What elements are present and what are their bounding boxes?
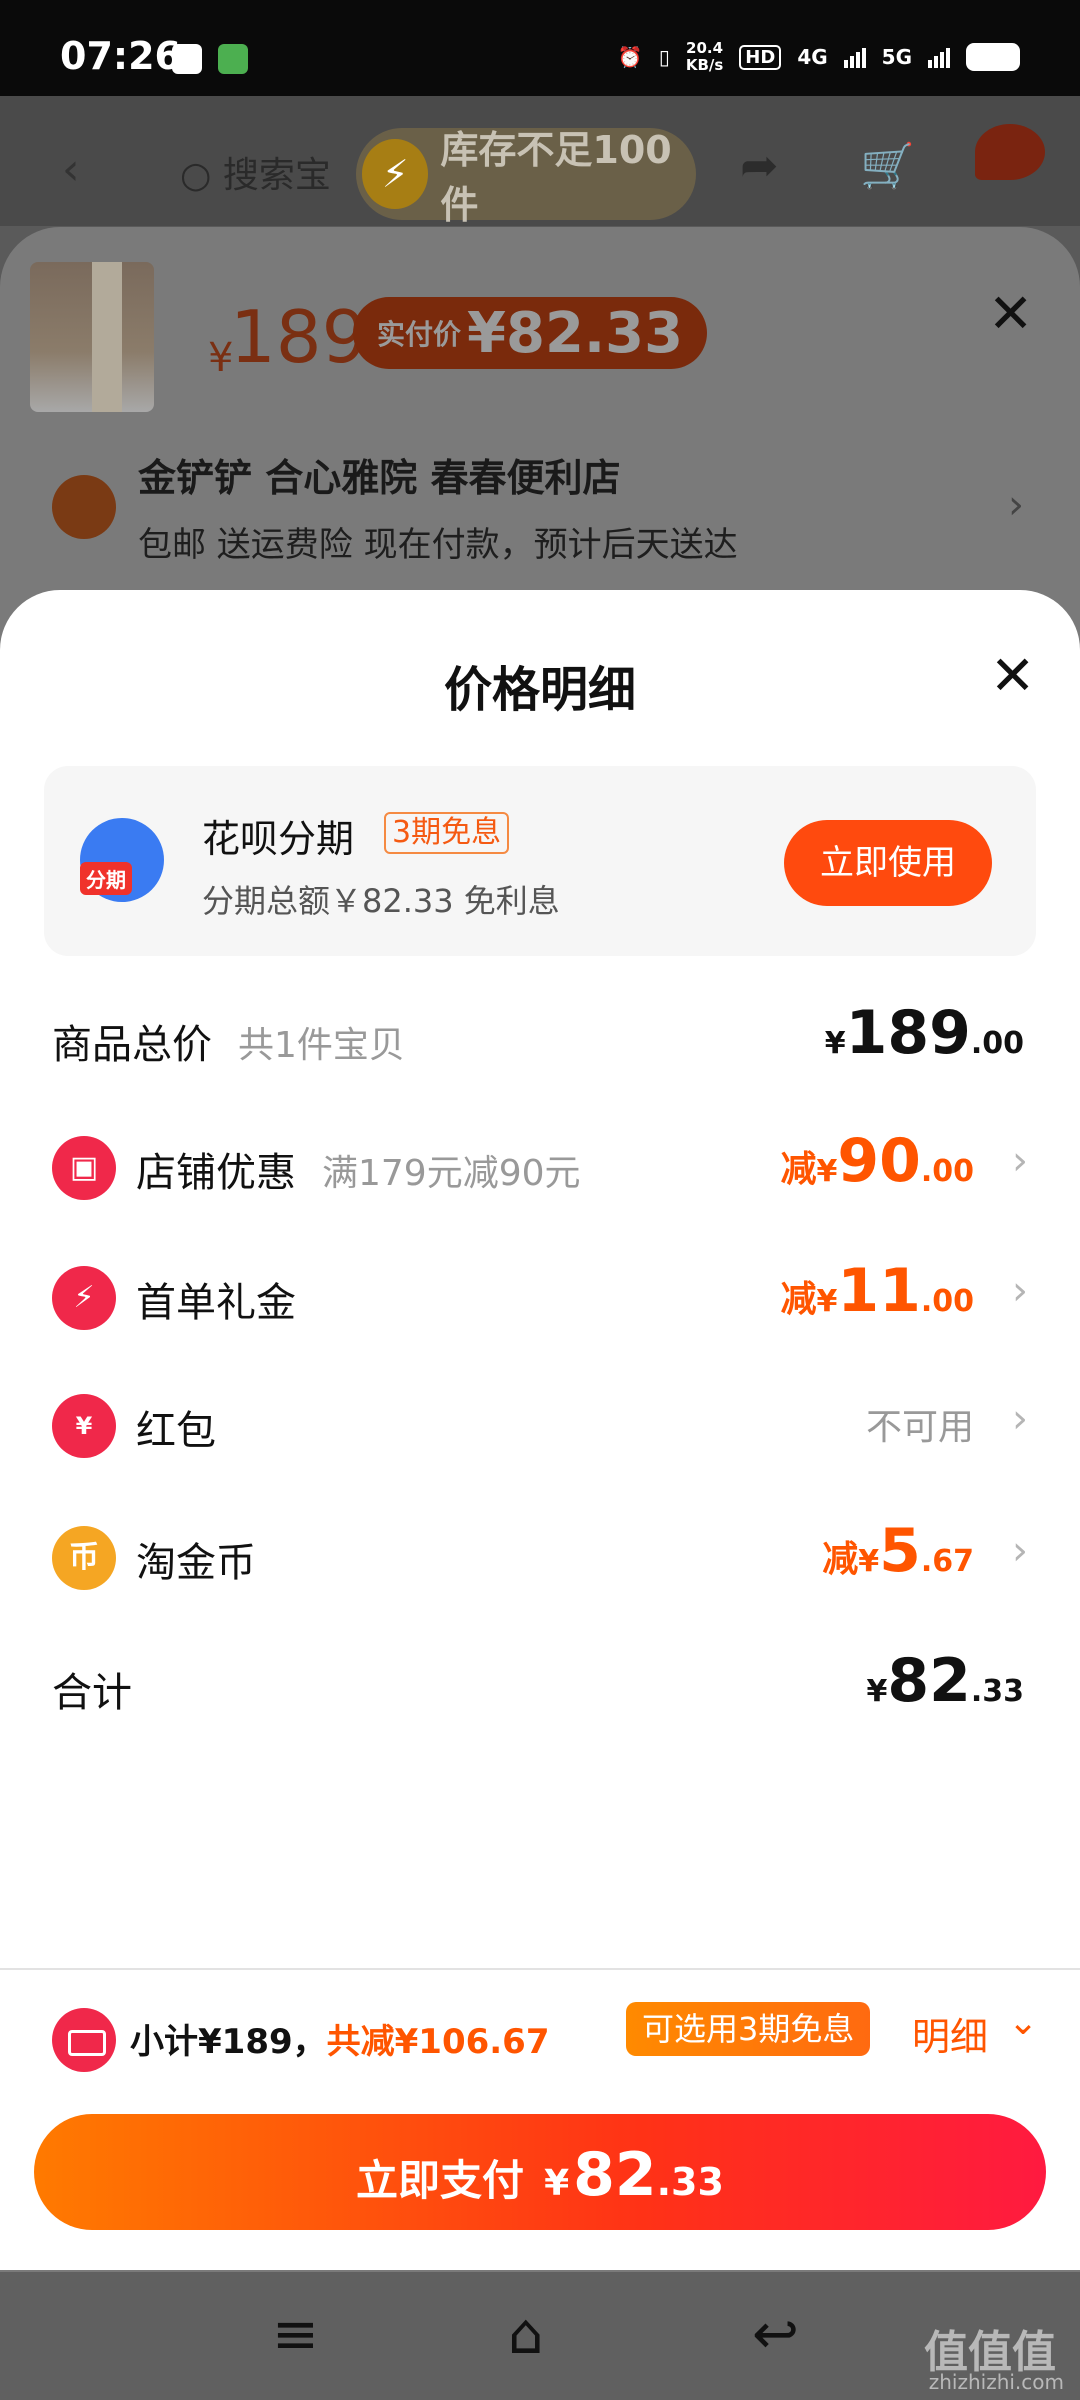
- status-icons: ⏰ ▯ 20.4 KB/s HD 4G 5G: [618, 40, 1020, 74]
- close-icon[interactable]: ✕: [990, 644, 1035, 707]
- menu-icon[interactable]: ≡: [272, 2302, 319, 2367]
- taobao-coin-amount: 减 ¥5.67: [822, 1516, 974, 1586]
- first-order-gift-amount: 减 ¥11.00: [780, 1256, 974, 1326]
- chevron-down-icon[interactable]: ⌄: [1008, 2002, 1038, 2043]
- message-icon[interactable]: [975, 124, 1045, 180]
- goods-total-row: 商品总价 共1件宝贝 ¥189.00: [0, 988, 1080, 1088]
- total-amount: ¥82.33: [866, 1646, 1024, 1716]
- huabei-logo-tag: 分期: [80, 862, 132, 895]
- signal-4g-label: 4G: [797, 45, 828, 69]
- back-icon[interactable]: ‹: [62, 144, 80, 195]
- huabei-card: 分期 花呗分期 3期免息 分期总额￥82.33 免利息 立即使用: [44, 766, 1036, 956]
- row-label: 店铺优惠: [136, 1150, 296, 1196]
- store-discount-amount: 减 ¥90.00: [780, 1126, 974, 1196]
- chevron-right-icon: ›: [1012, 1138, 1028, 1184]
- video-app-icon: [172, 44, 202, 74]
- red-packet-status: 不可用: [865, 1407, 974, 1448]
- taobao-coin-row[interactable]: 币 淘金币 减 ¥5.67 ›: [0, 1506, 1080, 1606]
- row-label: 淘金币: [136, 1540, 256, 1586]
- network-speed: 20.4 KB/s: [685, 39, 724, 74]
- paid-price-label: 实付价: [377, 318, 462, 351]
- search-field[interactable]: ○ 搜索宝: [180, 146, 331, 198]
- row-sub: 共1件宝贝: [238, 1025, 405, 1066]
- chevron-right-icon: ›: [1012, 1396, 1028, 1442]
- huabei-subtitle: 分期总额￥82.33 免利息: [202, 882, 560, 920]
- location-icon: [52, 475, 116, 539]
- back-icon[interactable]: ↩: [752, 2302, 799, 2367]
- delivery-address[interactable]: 金铲铲 合心雅院 春春便利店: [138, 447, 620, 502]
- watermark-url: zhizhizhi.com: [928, 2370, 1064, 2394]
- ticket-icon: [52, 2008, 116, 2072]
- installment-badge: 可选用3期免息: [626, 2002, 871, 2056]
- stock-alert: ⚡ 库存不足100件: [356, 128, 696, 227]
- battery-icon: [966, 43, 1020, 71]
- paid-price-value: ¥82.33: [467, 300, 684, 366]
- home-icon[interactable]: ⌂: [508, 2302, 544, 2367]
- sheet-title: 价格明细: [443, 662, 636, 718]
- game-app-icon: [218, 44, 248, 74]
- background-top-bar: ‹ ○ 搜索宝 ➦ 🛒 ⚡ 库存不足100件: [0, 96, 1080, 227]
- use-now-button[interactable]: 立即使用: [784, 820, 992, 906]
- status-bar: 07:26 ⏰ ▯ 20.4 KB/s HD 4G 5G: [0, 0, 1080, 96]
- row-label: 商品总价: [52, 1022, 212, 1068]
- row-label: 红包: [136, 1408, 216, 1454]
- row-sub: 满179元减90元: [322, 1153, 581, 1194]
- chevron-right-icon: ›: [1012, 1528, 1028, 1574]
- product-price: 189: [230, 295, 368, 379]
- system-nav-bar: ≡ ⌂ ↩: [0, 2272, 1080, 2400]
- stock-alert-text: 库存不足100件: [440, 128, 672, 227]
- store-discount-row[interactable]: ▣ 店铺优惠 满179元减90元 减 ¥90.00 ›: [0, 1116, 1080, 1216]
- hd-icon: HD: [739, 44, 782, 70]
- first-order-gift-row[interactable]: ⚡ 首单礼金 减 ¥11.00 ›: [0, 1246, 1080, 1346]
- price-detail-sheet: 价格明细 ✕ 分期 花呗分期 3期免息 分期总额￥82.33 免利息 立即使用 …: [0, 590, 1080, 2270]
- signal-bars-icon: [843, 46, 866, 68]
- close-icon[interactable]: ✕: [988, 282, 1033, 345]
- cart-icon[interactable]: 🛒: [860, 140, 915, 192]
- product-thumbnail: [30, 262, 154, 412]
- subtotal-text: 小计¥189，共减¥106.67: [130, 2022, 550, 2062]
- detail-link[interactable]: 明细: [912, 2006, 988, 2061]
- pay-now-button[interactable]: 立即支付 ¥82.33: [34, 2114, 1046, 2230]
- coin-icon: 币: [52, 1526, 116, 1590]
- paid-price-badge: 实付价 ¥82.33: [353, 297, 708, 369]
- interest-free-badge: 3期免息: [384, 812, 510, 854]
- row-label: 首单礼金: [136, 1280, 296, 1326]
- chevron-right-icon: ›: [1012, 1268, 1028, 1314]
- lightning-icon: ⚡: [362, 139, 429, 209]
- status-time: 07:26: [60, 34, 181, 78]
- shipping-info: 包邮 送运费险 现在付款，预计后天送达: [138, 525, 738, 565]
- total-row: 合计 ¥82.33: [0, 1636, 1080, 1736]
- red-packet-icon: ¥: [52, 1394, 116, 1458]
- goods-total-amount: ¥189.00: [824, 998, 1024, 1068]
- signal-bars-icon: [928, 46, 950, 68]
- vibrate-icon: ▯: [658, 45, 670, 69]
- alarm-icon: ⏰: [617, 45, 643, 69]
- red-packet-row[interactable]: ¥ 红包 不可用 ›: [0, 1374, 1080, 1474]
- store-icon: ▣: [52, 1136, 116, 1200]
- share-icon[interactable]: ➦: [740, 138, 779, 192]
- row-label: 合计: [52, 1670, 132, 1716]
- divider: [0, 1968, 1080, 1970]
- huabei-logo: 分期: [80, 818, 164, 902]
- huabei-name: 花呗分期: [202, 817, 355, 861]
- chevron-right-icon[interactable]: ›: [1008, 482, 1024, 528]
- lightning-icon: ⚡: [52, 1266, 116, 1330]
- signal-5g-label: 5G: [881, 45, 912, 69]
